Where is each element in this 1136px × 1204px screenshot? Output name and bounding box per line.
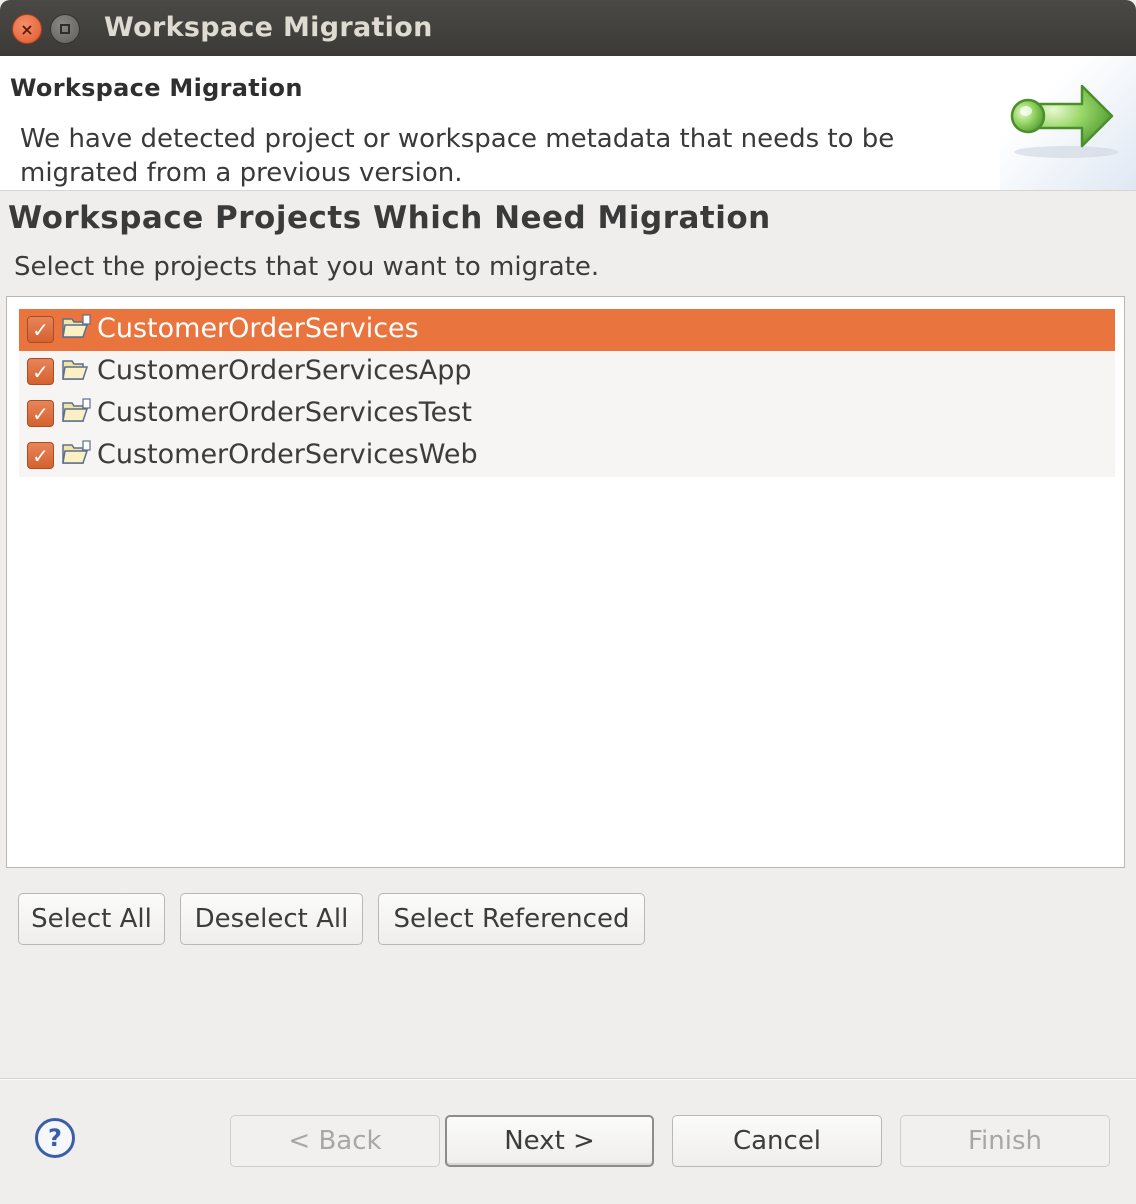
- project-row[interactable]: ✓ CustomerOrderServicesApp: [19, 351, 1115, 393]
- window-maximize-button[interactable]: [50, 14, 80, 44]
- banner-title: Workspace Migration: [10, 74, 303, 102]
- project-folder-icon: [62, 398, 91, 422]
- title-bar: × Workspace Migration: [0, 0, 1136, 56]
- project-row[interactable]: ✓ CustomerOrderServicesTest: [19, 393, 1115, 435]
- footer-separator: [0, 1078, 1136, 1080]
- banner-art: [1000, 56, 1136, 190]
- wizard-banner: Workspace Migration We have detected pro…: [0, 56, 1136, 191]
- window-close-button[interactable]: ×: [12, 14, 42, 44]
- help-button[interactable]: ?: [35, 1118, 75, 1158]
- project-label: CustomerOrderServices: [97, 313, 419, 344]
- deselect-all-button[interactable]: Deselect All: [180, 893, 363, 945]
- project-row[interactable]: ✓ CustomerOrderServicesWeb: [19, 435, 1115, 477]
- project-row[interactable]: ✓ CustomerOrderServices: [19, 309, 1115, 351]
- project-checkbox[interactable]: ✓: [27, 442, 54, 469]
- cancel-button[interactable]: Cancel: [672, 1115, 882, 1167]
- project-list[interactable]: ✓ CustomerOrderServices ✓ CustomerOrderS…: [6, 296, 1125, 868]
- section-title: Workspace Projects Which Need Migration: [8, 200, 771, 236]
- maximize-icon: [60, 24, 70, 34]
- select-referenced-button[interactable]: Select Referenced: [378, 893, 645, 945]
- project-folder-icon: [62, 314, 91, 338]
- section-description: Select the projects that you want to mig…: [14, 252, 600, 282]
- next-button[interactable]: Next >: [445, 1115, 654, 1167]
- workspace-migration-dialog: × Workspace Migration Workspace Migratio…: [0, 0, 1136, 1204]
- project-folder-icon: [62, 360, 89, 380]
- project-label: CustomerOrderServicesWeb: [97, 439, 478, 470]
- project-checkbox[interactable]: ✓: [27, 316, 54, 343]
- back-button[interactable]: < Back: [230, 1115, 440, 1167]
- select-all-button[interactable]: Select All: [18, 893, 165, 945]
- project-label: CustomerOrderServicesApp: [97, 355, 472, 386]
- banner-description: We have detected project or workspace me…: [20, 124, 895, 188]
- project-label: CustomerOrderServicesTest: [97, 397, 472, 428]
- migration-arrow-icon: [1010, 84, 1118, 158]
- project-folder-icon: [62, 440, 91, 464]
- project-checkbox[interactable]: ✓: [27, 400, 54, 427]
- window-title: Workspace Migration: [104, 12, 433, 43]
- close-icon: ×: [20, 19, 34, 39]
- project-checkbox[interactable]: ✓: [27, 358, 54, 385]
- help-icon: ?: [48, 1124, 62, 1152]
- finish-button[interactable]: Finish: [900, 1115, 1110, 1167]
